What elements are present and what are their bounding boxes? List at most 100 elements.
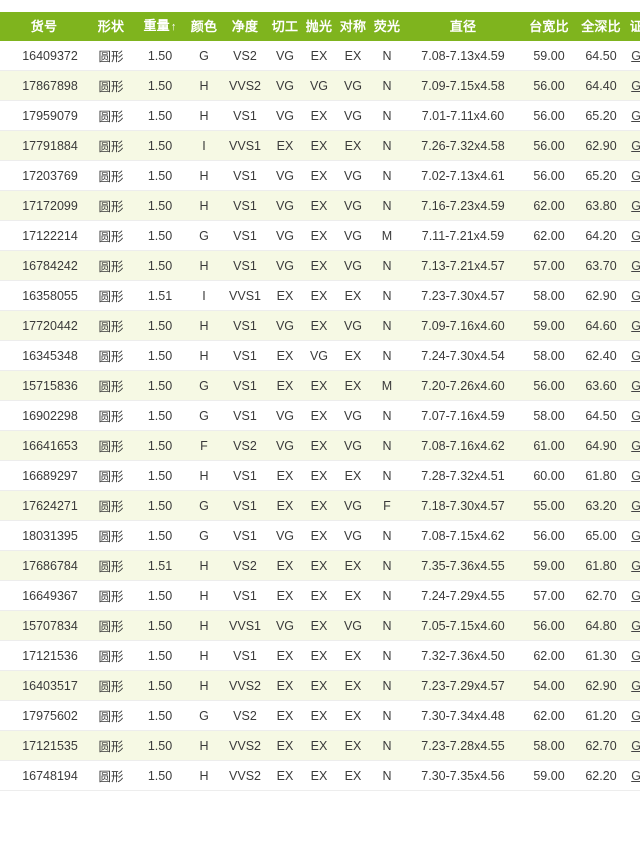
cell-cert[interactable]: GIA	[626, 670, 640, 701]
table-row[interactable]: 17172099 圆形 1.50 H VS1 VG EX VG N 7.16-7.23x4.59 6…	[0, 190, 640, 221]
column-header-fluorescence[interactable]: 荧光	[370, 12, 404, 41]
cell-cert[interactable]: GIA	[626, 130, 640, 161]
table-row[interactable]: 17122214 圆形 1.50 G VS1 VG EX VG M 7.11-7.21x4.59 6…	[0, 220, 640, 251]
column-header-symmetry[interactable]: 对称	[336, 12, 370, 41]
cell-cert[interactable]: GIA	[626, 700, 640, 731]
cell-id[interactable]: 16409372	[0, 41, 88, 71]
certificate-link[interactable]: GIA	[631, 409, 640, 423]
cell-cert[interactable]: GIA	[626, 460, 640, 491]
certificate-link[interactable]: GIA	[631, 649, 640, 663]
table-row[interactable]: 17975602 圆形 1.50 G VS2 EX EX EX N 7.30-7.34x4.48 6…	[0, 700, 640, 731]
table-row[interactable]: 16784242 圆形 1.50 H VS1 VG EX VG N 7.13-7.21x4.57 5…	[0, 250, 640, 281]
table-row[interactable]: 16902298 圆形 1.50 G VS1 VG EX VG N 7.07-7.16x4.59 5…	[0, 400, 640, 431]
certificate-link[interactable]: GIA	[631, 679, 640, 693]
table-row[interactable]: 17121536 圆形 1.50 H VS1 EX EX EX N 7.32-7.36x4.50 6…	[0, 640, 640, 671]
table-row[interactable]: 17203769 圆形 1.50 H VS1 VG EX VG N 7.02-7.13x4.61 5…	[0, 160, 640, 191]
cell-cert[interactable]: GIA	[626, 100, 640, 131]
cell-cert[interactable]: GIA	[626, 730, 640, 761]
certificate-link[interactable]: GIA	[631, 439, 640, 453]
cell-cert[interactable]: GIA	[626, 160, 640, 191]
cell-id[interactable]: 17203769	[0, 160, 88, 191]
cell-id[interactable]: 17172099	[0, 190, 88, 221]
certificate-link[interactable]: GIA	[631, 319, 640, 333]
table-row[interactable]: 15715836 圆形 1.50 G VS1 EX EX EX M 7.20-7.26x4.60 5…	[0, 370, 640, 401]
certificate-link[interactable]: GIA	[631, 589, 640, 603]
table-row[interactable]: 17867898 圆形 1.50 H VVS2 VG VG VG N 7.09-7.15x4.58…	[0, 70, 640, 101]
column-header-depth-pct[interactable]: 全深比	[576, 12, 626, 41]
cell-cert[interactable]: GIA	[626, 41, 640, 71]
cell-cert[interactable]: GIA	[626, 610, 640, 641]
certificate-link[interactable]: GIA	[631, 229, 640, 243]
cell-id[interactable]: 17867898	[0, 70, 88, 101]
cell-id[interactable]: 16689297	[0, 460, 88, 491]
cell-id[interactable]: 17791884	[0, 130, 88, 161]
column-header-color[interactable]: 颜色	[186, 12, 222, 41]
cell-id[interactable]: 17121536	[0, 640, 88, 671]
table-row[interactable]: 16748194 圆形 1.50 H VVS2 EX EX EX N 7.30-7.35x4.56…	[0, 760, 640, 791]
cell-id[interactable]: 16358055	[0, 280, 88, 311]
certificate-link[interactable]: GIA	[631, 49, 640, 63]
certificate-link[interactable]: GIA	[631, 709, 640, 723]
cell-id[interactable]: 17624271	[0, 490, 88, 521]
column-header-weight[interactable]: 重量↑	[134, 12, 186, 41]
cell-cert[interactable]: GIA	[626, 370, 640, 401]
table-row[interactable]: 16403517 圆形 1.50 H VVS2 EX EX EX N 7.23-7.29x4.57…	[0, 670, 640, 701]
cell-cert[interactable]: GIA	[626, 220, 640, 251]
certificate-link[interactable]: GIA	[631, 199, 640, 213]
column-header-polish[interactable]: 抛光	[302, 12, 336, 41]
certificate-link[interactable]: GIA	[631, 349, 640, 363]
column-header-clarity[interactable]: 净度	[222, 12, 268, 41]
cell-cert[interactable]: GIA	[626, 400, 640, 431]
table-row[interactable]: 16689297 圆形 1.50 H VS1 EX EX EX N 7.28-7.32x4.51 6…	[0, 460, 640, 491]
column-header-certificate[interactable]: 证书	[626, 12, 640, 41]
certificate-link[interactable]: GIA	[631, 109, 640, 123]
table-row[interactable]: 15707834 圆形 1.50 H VVS1 VG EX VG N 7.05-7.15x4.60…	[0, 610, 640, 641]
cell-id[interactable]: 17959079	[0, 100, 88, 131]
cell-id[interactable]: 17122214	[0, 220, 88, 251]
cell-id[interactable]: 16641653	[0, 430, 88, 461]
cell-cert[interactable]: GIA	[626, 340, 640, 371]
table-row[interactable]: 16641653 圆形 1.50 F VS2 VG EX VG N 7.08-7.16x4.62 6…	[0, 430, 640, 461]
table-row[interactable]: 16649367 圆形 1.50 H VS1 EX EX EX N 7.24-7.29x4.55 5…	[0, 580, 640, 611]
table-row[interactable]: 17686784 圆形 1.51 H VS2 EX EX EX N 7.35-7.36x4.55 5…	[0, 550, 640, 581]
cell-cert[interactable]: GIA	[626, 430, 640, 461]
certificate-link[interactable]: GIA	[631, 529, 640, 543]
cell-id[interactable]: 16649367	[0, 580, 88, 611]
cell-cert[interactable]: GIA	[626, 490, 640, 521]
certificate-link[interactable]: GIA	[631, 289, 640, 303]
certificate-link[interactable]: GIA	[631, 499, 640, 513]
table-row[interactable]: 16409372 圆形 1.50 G VS2 VG EX EX N 7.08-7.13x4.59 5…	[0, 41, 640, 71]
column-header-shape[interactable]: 形状	[88, 12, 134, 41]
cell-cert[interactable]: GIA	[626, 550, 640, 581]
table-row[interactable]: 17720442 圆形 1.50 H VS1 VG EX VG N 7.09-7.16x4.60 5…	[0, 310, 640, 341]
table-row[interactable]: 16345348 圆形 1.50 H VS1 EX VG EX N 7.24-7.30x4.54 5…	[0, 340, 640, 371]
cell-id[interactable]: 16902298	[0, 400, 88, 431]
certificate-link[interactable]: GIA	[631, 559, 640, 573]
certificate-link[interactable]: GIA	[631, 79, 640, 93]
certificate-link[interactable]: GIA	[631, 469, 640, 483]
certificate-link[interactable]: GIA	[631, 259, 640, 273]
cell-cert[interactable]: GIA	[626, 520, 640, 551]
cell-id[interactable]: 17720442	[0, 310, 88, 341]
cell-cert[interactable]: GIA	[626, 310, 640, 341]
cell-cert[interactable]: GIA	[626, 760, 640, 791]
cell-id[interactable]: 17121535	[0, 730, 88, 761]
certificate-link[interactable]: GIA	[631, 769, 640, 783]
column-header-diameter[interactable]: 直径	[404, 12, 522, 41]
cell-id[interactable]: 17975602	[0, 700, 88, 731]
certificate-link[interactable]: GIA	[631, 379, 640, 393]
table-row[interactable]: 17624271 圆形 1.50 G VS1 EX EX VG F 7.18-7.30x4.57 5…	[0, 490, 640, 521]
column-header-cut[interactable]: 切工	[268, 12, 302, 41]
cell-id[interactable]: 15715836	[0, 370, 88, 401]
sort-ascending-icon[interactable]: ↑	[171, 21, 177, 33]
certificate-link[interactable]: GIA	[631, 169, 640, 183]
table-row[interactable]: 17121535 圆形 1.50 H VVS2 EX EX EX N 7.23-7.28x4.55…	[0, 730, 640, 761]
cell-id[interactable]: 16403517	[0, 670, 88, 701]
cell-cert[interactable]: GIA	[626, 190, 640, 221]
certificate-link[interactable]: GIA	[631, 139, 640, 153]
column-header-id[interactable]: 货号	[0, 12, 88, 41]
cell-cert[interactable]: GIA	[626, 70, 640, 101]
cell-id[interactable]: 16784242	[0, 250, 88, 281]
table-row[interactable]: 18031395 圆形 1.50 G VS1 VG EX VG N 7.08-7.15x4.62 5…	[0, 520, 640, 551]
cell-cert[interactable]: GIA	[626, 640, 640, 671]
